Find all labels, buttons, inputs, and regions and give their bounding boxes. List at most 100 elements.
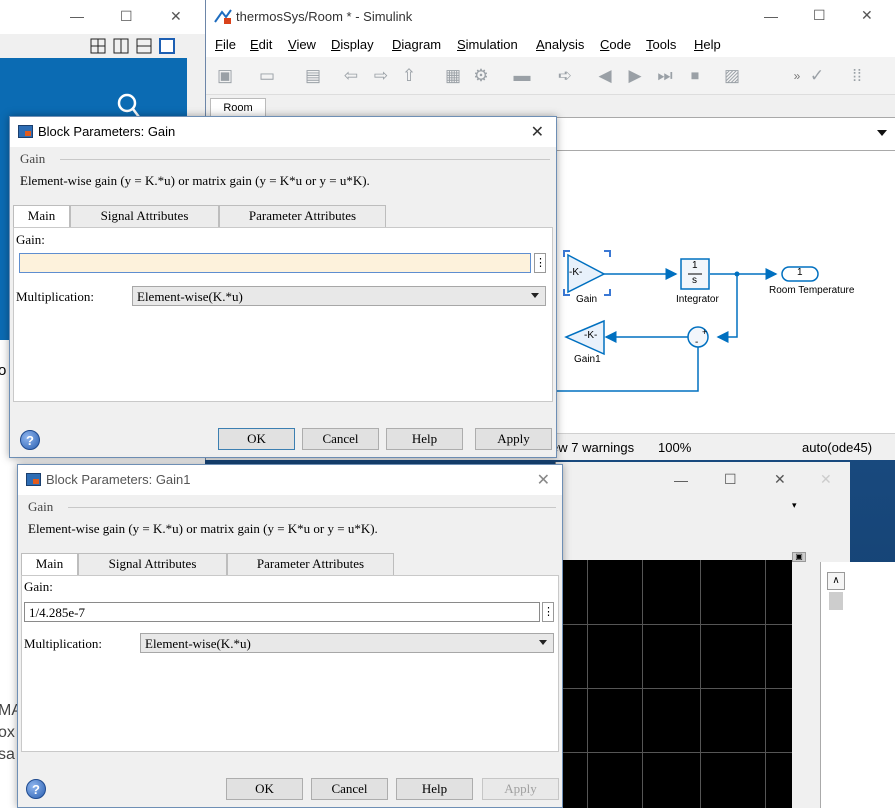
menu-tools[interactable]: Tools bbox=[646, 37, 676, 52]
maximize-icon[interactable]: ☐ bbox=[813, 7, 826, 24]
multiplication-select[interactable]: Element-wise(K.*u) bbox=[140, 633, 554, 653]
more-chevron-icon[interactable]: » bbox=[786, 65, 808, 87]
help-icon[interactable]: ? bbox=[20, 430, 40, 450]
multiplication-select[interactable]: Element-wise(K.*u) bbox=[132, 286, 546, 306]
menu-view[interactable]: View bbox=[288, 37, 316, 52]
menu-analysis[interactable]: Analysis bbox=[536, 37, 584, 52]
scroll-up-icon[interactable]: ∧ bbox=[827, 572, 845, 590]
up-icon[interactable]: ⇧ bbox=[398, 65, 420, 87]
forward-icon[interactable]: ⇨ bbox=[370, 65, 392, 87]
menu-diagram[interactable]: Diagram bbox=[392, 37, 441, 52]
help-icon[interactable]: ? bbox=[26, 779, 46, 799]
new-model-icon[interactable]: ▣ bbox=[214, 65, 236, 87]
solver-status[interactable]: auto(ode45) bbox=[802, 440, 872, 455]
check-icon[interactable]: ✓ bbox=[806, 65, 828, 87]
partial-text: sa bbox=[0, 746, 15, 763]
grid-line bbox=[587, 560, 588, 808]
menu-edit[interactable]: Edit bbox=[250, 37, 272, 52]
apps-icon[interactable]: ⁞⁞ bbox=[846, 65, 868, 87]
sum-minus-sign: - bbox=[695, 337, 699, 348]
zoom-level: 100% bbox=[658, 440, 692, 455]
close-icon[interactable]: ✕ bbox=[861, 7, 873, 24]
help-button[interactable]: Help bbox=[386, 428, 463, 450]
apply-button[interactable]: Apply bbox=[475, 428, 552, 450]
group-divider bbox=[60, 159, 550, 160]
more-options-icon[interactable]: ⋮ bbox=[542, 602, 554, 622]
minimize-icon[interactable]: — bbox=[764, 8, 778, 24]
toolbar-overflow-icon[interactable]: ▾ bbox=[792, 500, 797, 511]
gain1-block-label: Gain1 bbox=[574, 354, 601, 365]
grid-line bbox=[700, 560, 701, 808]
group-label: Gain bbox=[20, 151, 46, 166]
minimize-icon[interactable]: — bbox=[70, 8, 84, 24]
cancel-button[interactable]: Cancel bbox=[311, 778, 388, 800]
model-tabs: Room bbox=[206, 95, 895, 117]
dialog-block-parameters-gain1[interactable]: Block Parameters: Gain1 ✕ Gain Element-w… bbox=[17, 464, 563, 808]
more-options-icon[interactable]: ⋮ bbox=[534, 253, 546, 273]
menu-display[interactable]: Display bbox=[331, 37, 374, 52]
menu-simulation[interactable]: Simulation bbox=[457, 37, 518, 52]
scope-icon[interactable]: ▨ bbox=[721, 65, 743, 87]
close-icon[interactable]: ✕ bbox=[531, 122, 544, 142]
step-forward-icon[interactable]: ⏭ bbox=[654, 65, 676, 87]
scope-restore-icon[interactable]: ▣ bbox=[792, 552, 806, 562]
maximize-icon[interactable]: ☐ bbox=[120, 8, 133, 25]
cancel-button[interactable]: Cancel bbox=[302, 428, 379, 450]
tab-parameter-attributes[interactable]: Parameter Attributes bbox=[219, 205, 386, 227]
left-window-titlebar[interactable]: — ☐ ✕ bbox=[0, 0, 205, 34]
right-scroll-panel[interactable]: ∧ bbox=[820, 562, 895, 808]
gain-input[interactable]: 1/4.285e-7 bbox=[24, 602, 540, 622]
step-back-icon[interactable]: ◀ bbox=[594, 65, 616, 87]
tab-main[interactable]: Main bbox=[13, 205, 70, 228]
layout-grid-icons[interactable] bbox=[90, 38, 184, 54]
open-icon[interactable]: ▭ bbox=[256, 65, 278, 87]
scroll-thumb[interactable] bbox=[829, 592, 843, 610]
ok-button[interactable]: OK bbox=[226, 778, 303, 800]
help-button[interactable]: Help bbox=[396, 778, 473, 800]
gain-input[interactable] bbox=[19, 253, 531, 273]
menu-code[interactable]: Code bbox=[600, 37, 631, 52]
gain-block-label: Gain bbox=[576, 294, 598, 305]
tab-parameter-attributes[interactable]: Parameter Attributes bbox=[227, 553, 394, 575]
model-explorer-icon[interactable]: ▬ bbox=[511, 65, 533, 87]
chevron-down-icon[interactable] bbox=[877, 130, 887, 136]
multiplication-value: Element-wise(K.*u) bbox=[145, 636, 251, 651]
warnings-link[interactable]: ew 7 warnings bbox=[551, 440, 634, 455]
menu-help[interactable]: Help bbox=[694, 37, 721, 52]
signal-line bbox=[716, 274, 738, 343]
grid-line bbox=[562, 752, 792, 753]
stop-icon[interactable]: ⏹ bbox=[684, 65, 706, 87]
menu-file[interactable]: File bbox=[215, 37, 236, 52]
block-description: Element-wise gain (y = K.*u) or matrix g… bbox=[20, 173, 370, 188]
tab-main[interactable]: Main bbox=[21, 553, 78, 576]
grid-line bbox=[562, 688, 792, 689]
apply-button[interactable]: Apply bbox=[482, 778, 559, 800]
library-browser-icon[interactable]: ▦ bbox=[442, 65, 464, 87]
simulink-block-icon bbox=[26, 473, 41, 486]
maximize-icon[interactable]: ☐ bbox=[724, 471, 737, 488]
gain1-block-text: -K- bbox=[584, 330, 598, 341]
ok-button[interactable]: OK bbox=[218, 428, 295, 450]
run-icon[interactable]: ▶ bbox=[624, 65, 646, 87]
tab-room[interactable]: Room bbox=[210, 98, 266, 117]
tab-signal-attributes[interactable]: Signal Attributes bbox=[70, 205, 219, 227]
close-icon[interactable]: ✕ bbox=[170, 8, 182, 25]
chevron-down-icon bbox=[539, 640, 547, 645]
close-icon[interactable]: ✕ bbox=[774, 471, 786, 488]
dialog-block-parameters-gain[interactable]: Block Parameters: Gain ✕ Gain Element-wi… bbox=[9, 116, 557, 458]
back-icon[interactable]: ⇦ bbox=[340, 65, 362, 87]
settings-gear-icon[interactable]: ⚙ bbox=[470, 65, 492, 87]
scope-plot-area[interactable] bbox=[562, 560, 792, 808]
gain-field-label: Gain: bbox=[24, 579, 53, 594]
signal-icon[interactable]: ➪ bbox=[554, 65, 576, 87]
simulink-titlebar[interactable]: thermosSys/Room * - Simulink — ☐ ✕ bbox=[206, 0, 895, 33]
dialog-titlebar[interactable]: Block Parameters: Gain1 ✕ bbox=[18, 465, 562, 495]
multiplication-value: Element-wise(K.*u) bbox=[137, 289, 243, 304]
close-icon[interactable]: ✕ bbox=[820, 471, 832, 488]
tab-signal-attributes[interactable]: Signal Attributes bbox=[78, 553, 227, 575]
save-icon[interactable]: ▤ bbox=[302, 65, 324, 87]
dialog-titlebar[interactable]: Block Parameters: Gain ✕ bbox=[10, 117, 556, 147]
block-description: Element-wise gain (y = K.*u) or matrix g… bbox=[28, 521, 378, 536]
minimize-icon[interactable]: — bbox=[674, 472, 688, 488]
close-icon[interactable]: ✕ bbox=[537, 470, 550, 490]
